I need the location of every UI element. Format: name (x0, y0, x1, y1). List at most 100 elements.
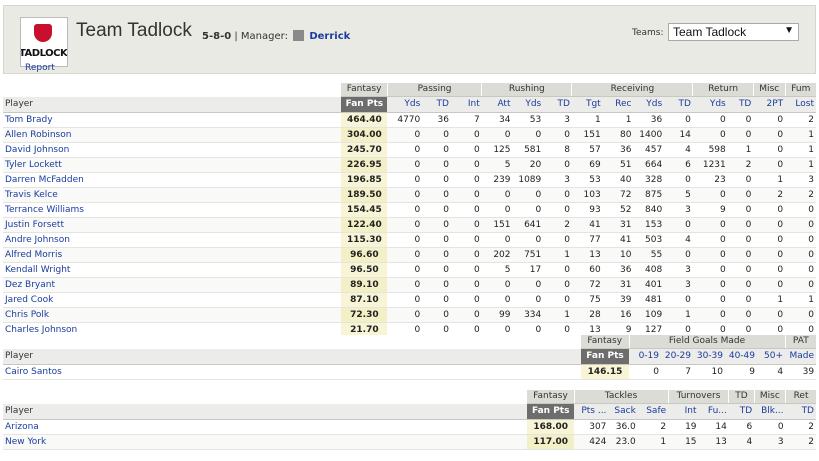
stat-cell: 0 (753, 157, 786, 173)
stat-cell: 0 (753, 127, 786, 143)
player-link[interactable]: Alfred Morris (3, 247, 342, 263)
stat-cell: 0 (543, 277, 572, 293)
player-link[interactable]: Andre Johnson (3, 232, 342, 248)
stat-cell: 0 (785, 262, 816, 278)
stat-cell: 4 (757, 364, 786, 380)
stat-cell: 151 (571, 127, 603, 143)
stat-cell: 2 (727, 157, 754, 173)
stat-cell: 0 (727, 307, 754, 323)
player-link[interactable]: Kendall Wright (3, 262, 342, 278)
column-header[interactable]: Made (785, 348, 817, 365)
manager-link[interactable]: Derrick (309, 31, 350, 42)
column-header[interactable]: Int (668, 403, 699, 420)
column-header[interactable]: Yds (633, 96, 665, 113)
stat-cell: 0 (387, 142, 423, 158)
player-link[interactable]: Tyler Lockett (3, 157, 342, 173)
dropdown-arrow-icon: ▼ (784, 25, 794, 36)
stat-cell: 0 (481, 127, 513, 143)
stat-cell: 0 (543, 187, 572, 203)
stat-cell: 51 (602, 157, 634, 173)
stat-cell: 69 (571, 157, 603, 173)
column-header[interactable]: 20-29 (661, 348, 693, 365)
column-header[interactable]: TD (543, 96, 572, 113)
stat-cell: 0 (785, 277, 816, 293)
player-link[interactable]: Dez Bryant (3, 277, 342, 293)
stat-cell: 55 (633, 247, 665, 263)
stat-cell: 0 (422, 292, 451, 308)
stat-cell: 0 (754, 419, 786, 435)
column-header[interactable]: TD (785, 403, 816, 420)
table-row: Dez Bryant 89.10 0 0 0 0 0 0 72 31 401 3 0 0 0 0 (3, 277, 816, 293)
stat-cell: 13 (571, 247, 603, 263)
column-header[interactable]: 2PT (753, 96, 786, 113)
stat-cell: 31 (602, 217, 634, 233)
stat-cell: 1 (571, 112, 603, 128)
player-link[interactable]: Travis Kelce (3, 187, 342, 203)
stat-cell: 0 (450, 247, 482, 263)
column-header[interactable]: Yds (387, 96, 423, 113)
player-link[interactable]: David Johnson (3, 142, 342, 158)
player-link[interactable]: Terrance Williams (3, 202, 342, 218)
stat-cell: 1089 (512, 172, 544, 188)
column-header-fan-pts[interactable]: Fan Pts (581, 348, 629, 365)
report-link[interactable]: Report (25, 63, 55, 73)
stat-cell: 0 (727, 247, 754, 263)
column-header[interactable]: TD (422, 96, 451, 113)
column-header[interactable]: Pts ... (574, 403, 609, 420)
teams-select[interactable]: Team Tadlock ▼ (668, 23, 799, 41)
stat-cell: 0 (753, 142, 786, 158)
column-header[interactable]: Safe (637, 403, 669, 420)
player-link[interactable]: Darren McFadden (3, 172, 342, 188)
team-logo: TADLOCK (20, 17, 68, 67)
column-header-fan-pts[interactable]: Fan Pts (527, 403, 574, 420)
column-header[interactable]: Int (450, 96, 482, 113)
player-link[interactable]: Allen Robinson (3, 127, 342, 143)
column-header[interactable]: 40-49 (725, 348, 757, 365)
stat-cell: 0 (387, 202, 423, 218)
stat-cell: 481 (633, 292, 665, 308)
stat-cell: 57 (571, 142, 603, 158)
player-link[interactable]: Tom Brady (3, 112, 342, 128)
stat-cell: 75 (571, 292, 603, 308)
stat-cell: 72 (571, 277, 603, 293)
group-fantasy: Fantasy (341, 83, 388, 97)
column-header[interactable]: Fu... (698, 403, 729, 420)
column-header[interactable]: Yds (512, 96, 544, 113)
stat-cell: 2 (637, 419, 669, 435)
column-header[interactable]: Lost (785, 96, 816, 113)
player-link[interactable]: Chris Polk (3, 307, 342, 323)
column-header[interactable]: 30-39 (693, 348, 725, 365)
column-header[interactable]: TD (728, 403, 755, 420)
column-header[interactable]: 50+ (757, 348, 786, 365)
column-header[interactable]: TD (727, 96, 754, 113)
column-header[interactable]: Att (481, 96, 513, 113)
stat-cell: 53 (512, 112, 544, 128)
player-link[interactable]: Arizona (3, 419, 528, 435)
column-header[interactable]: Tgt (571, 96, 603, 113)
stat-cell: 0 (692, 292, 728, 308)
column-header[interactable]: TD (664, 96, 693, 113)
fantasy-points: 245.70 (341, 142, 388, 158)
fantasy-points: 89.10 (341, 277, 388, 293)
player-link[interactable]: Justin Forsett (3, 217, 342, 233)
stat-cell: 0 (727, 172, 754, 188)
column-header[interactable]: Rec (602, 96, 634, 113)
stat-cell: 23 (692, 172, 728, 188)
user-icon (293, 30, 305, 41)
table-row: Andre Johnson 115.30 0 0 0 0 0 0 77 41 503 4 0 0 0 0 (3, 232, 816, 248)
player-link[interactable]: Jared Cook (3, 292, 342, 308)
player-link[interactable]: New York (3, 434, 528, 450)
column-header-fan-pts[interactable]: Fan Pts (341, 96, 388, 113)
report-link-label: Report (25, 63, 55, 73)
column-header[interactable]: 0-19 (629, 348, 661, 365)
stat-cell: 0 (753, 262, 786, 278)
player-link[interactable]: Cairo Santos (3, 364, 581, 380)
stat-cell: 2 (753, 187, 786, 203)
stat-cell: 14 (664, 127, 693, 143)
stat-cell: 3 (543, 112, 572, 128)
column-header[interactable]: Blk... (754, 403, 786, 420)
column-header[interactable]: Yds (692, 96, 728, 113)
column-header[interactable]: Sack (608, 403, 638, 420)
fantasy-points: 304.00 (341, 127, 388, 143)
fantasy-points: 122.40 (341, 217, 388, 233)
